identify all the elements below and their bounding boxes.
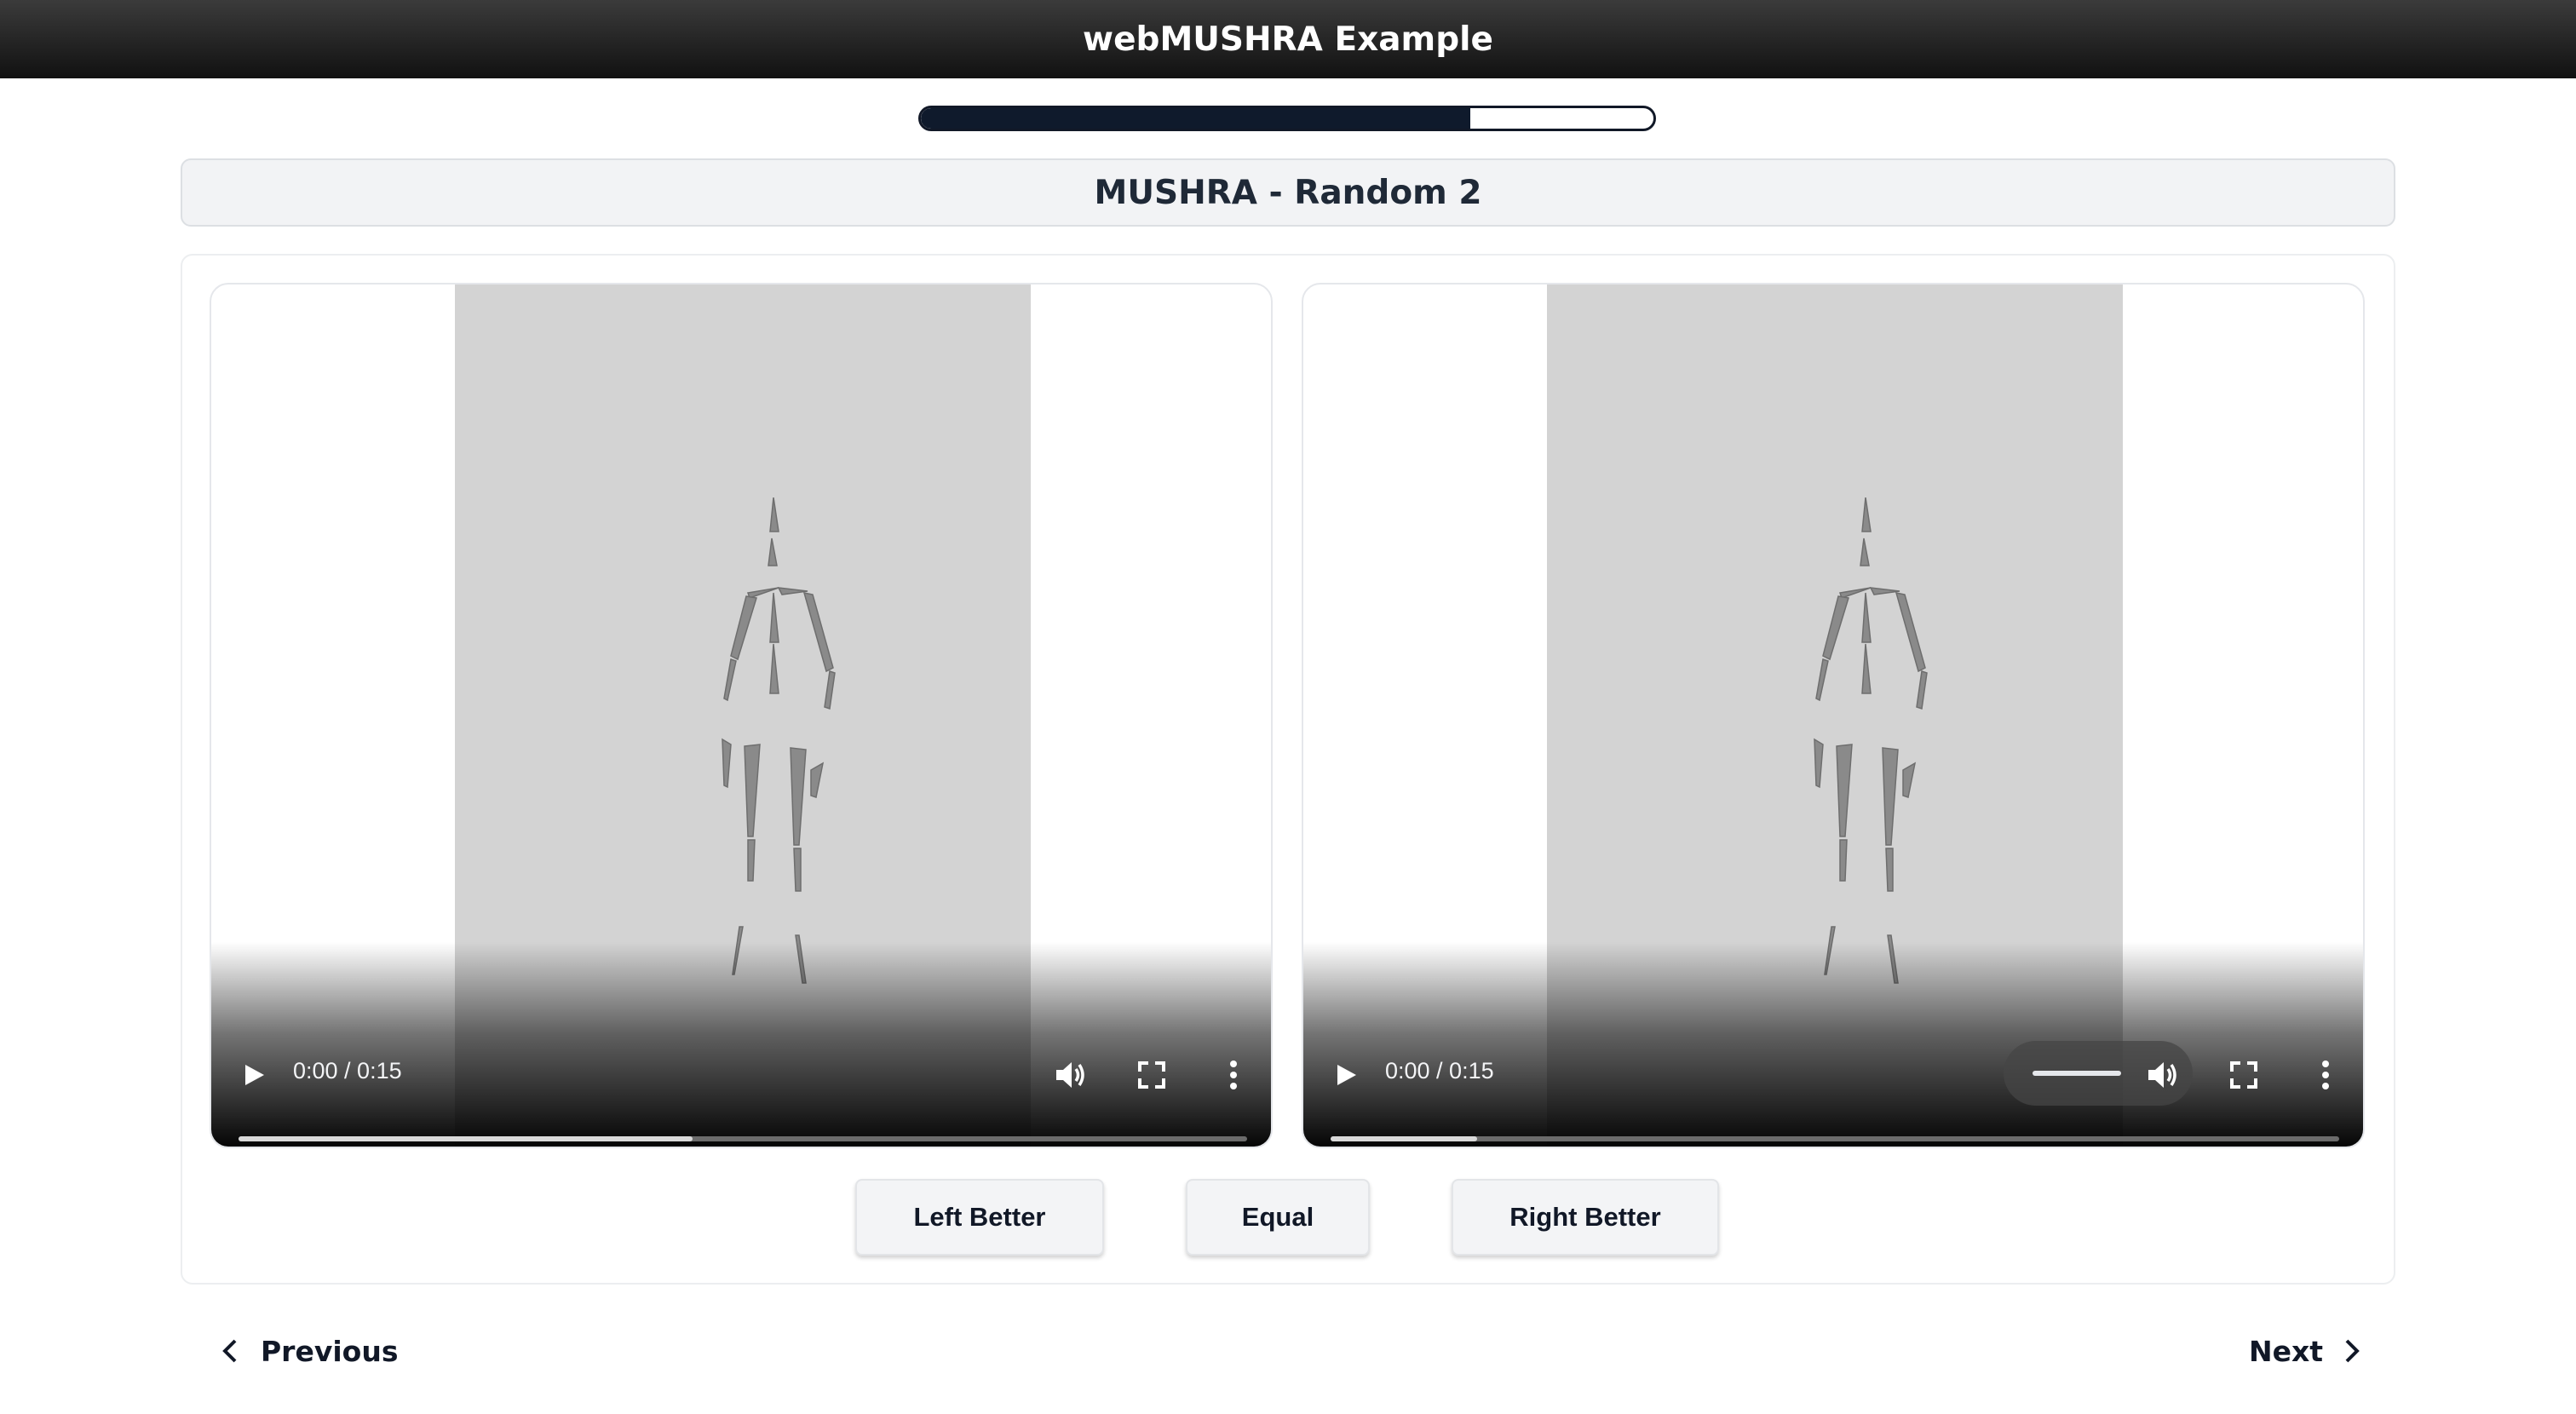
play-icon[interactable] <box>240 1061 267 1089</box>
time-display: 0:00 / 0:15 <box>1385 1058 1494 1083</box>
volume-slider[interactable] <box>2033 1071 2121 1076</box>
equal-button[interactable]: Equal <box>1186 1179 1370 1256</box>
volume-icon[interactable] <box>2142 1055 2182 1095</box>
previous-button[interactable]: Previous <box>218 1325 398 1377</box>
skeleton-figure <box>722 497 836 984</box>
progress-fill <box>921 108 1470 129</box>
next-button[interactable]: Next <box>2249 1325 2364 1377</box>
skeleton-figure <box>1814 497 1928 984</box>
next-label: Next <box>2249 1334 2324 1368</box>
previous-label: Previous <box>261 1334 399 1368</box>
more-options-icon[interactable] <box>2305 1055 2346 1095</box>
right-better-button[interactable]: Right Better <box>1452 1179 1719 1256</box>
chevron-left-icon <box>222 1339 237 1363</box>
video-player-left[interactable]: 0:00 / 0:15 <box>210 283 1273 1148</box>
more-options-icon[interactable] <box>1213 1055 1254 1095</box>
seek-played <box>239 1136 693 1141</box>
video-player-right[interactable]: 0:00 / 0:15 <box>1302 283 2365 1148</box>
controls-gradient <box>1303 942 2363 1147</box>
fullscreen-icon[interactable] <box>2223 1055 2264 1095</box>
controls-gradient <box>211 942 1271 1147</box>
page-header: MUSHRA - Random 2 <box>181 158 2395 227</box>
play-icon[interactable] <box>1332 1061 1360 1089</box>
seek-played <box>1331 1136 1477 1141</box>
left-better-button[interactable]: Left Better <box>855 1179 1104 1256</box>
fullscreen-icon[interactable] <box>1131 1055 1172 1095</box>
seek-bar[interactable] <box>1331 1136 2339 1141</box>
page-title: MUSHRA - Random 2 <box>1094 173 1482 212</box>
volume-icon[interactable] <box>1049 1055 1090 1095</box>
progress-bar <box>918 106 1656 131</box>
seek-bar[interactable] <box>239 1136 1247 1141</box>
time-display: 0:00 / 0:15 <box>293 1058 402 1083</box>
app-title: webMUSHRA Example <box>1083 20 1493 59</box>
top-bar: webMUSHRA Example <box>0 0 2576 78</box>
chevron-right-icon <box>2345 1339 2360 1363</box>
